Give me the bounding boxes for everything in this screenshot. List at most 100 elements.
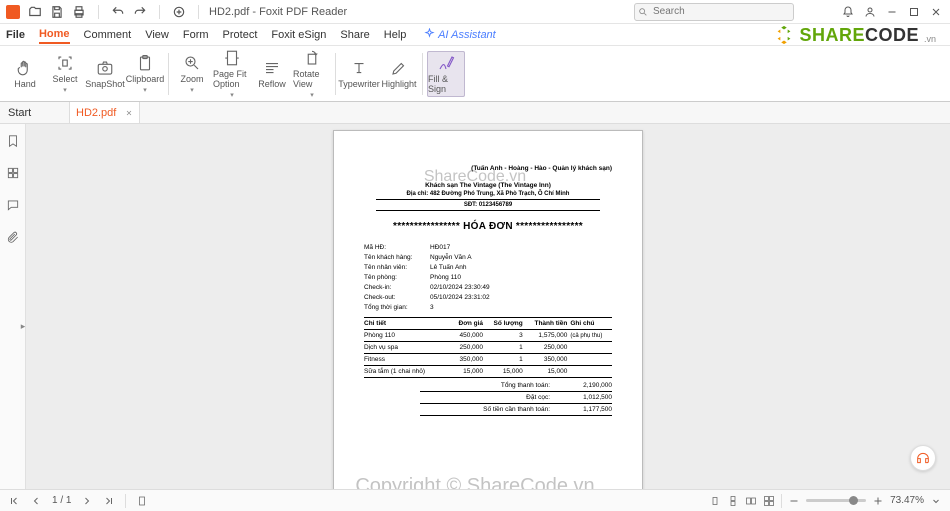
menu-file[interactable]: File [6, 27, 25, 43]
view-continuous-icon[interactable] [727, 495, 739, 507]
tool-pagefit[interactable]: Page Fit Option▾ [213, 47, 251, 101]
comments-icon[interactable] [6, 198, 20, 212]
first-page-icon[interactable] [8, 495, 20, 507]
headset-icon [915, 450, 931, 466]
table-row: Phòng 110450,00031,575,000(cả phụ thu) [364, 330, 612, 342]
value-checkin: 02/10/2024 23:30:49 [430, 284, 490, 291]
bookmark-icon[interactable] [6, 134, 20, 148]
value-coc: 1,012,500 [568, 394, 612, 401]
doc-authors: (Tuấn Anh - Hoàng - Hào - Quản lý khách … [364, 165, 612, 172]
quick-access-toolbar [6, 5, 203, 19]
ribbon-home: Hand Select▾ SnapShot Clipboard▾ Zoom▾ P… [0, 46, 950, 102]
menu-comment[interactable]: Comment [84, 27, 132, 43]
prev-page-icon[interactable] [30, 495, 42, 507]
window-controls [842, 6, 942, 18]
minimize-icon[interactable] [886, 6, 898, 18]
menu-form[interactable]: Form [183, 27, 209, 43]
document-tabstrip: Start HD2.pdf [0, 102, 950, 124]
sharecode-mark-icon [773, 24, 795, 46]
left-panel-rail [0, 124, 26, 489]
bell-icon[interactable] [842, 6, 854, 18]
th-ghichu: Ghi chú [567, 318, 612, 330]
doc-title: **************** HÓA ĐƠN ***************… [364, 221, 612, 232]
tool-hand[interactable]: Hand [6, 57, 44, 91]
tool-reflow[interactable]: Reflow [253, 57, 291, 91]
table-row: Sữa tắm (1 chai nhỏ)15,00015,00015,000 [364, 366, 612, 378]
th-thanhtien: Thành tiền [523, 318, 568, 330]
tool-highlight[interactable]: Highlight [380, 57, 418, 91]
open-icon[interactable] [28, 5, 42, 19]
value-phong: Phòng 110 [430, 274, 461, 281]
label-phong: Tên phòng: [364, 274, 430, 281]
value-khach-hang: Nguyễn Văn A [430, 254, 472, 261]
page-canvas[interactable]: (Tuấn Anh - Hoàng - Hào - Quản lý khách … [26, 124, 950, 489]
menu-home[interactable]: Home [39, 26, 70, 44]
label-tong: Tổng thanh toán: [501, 382, 550, 389]
th-dongia: Đơn giá [438, 318, 483, 330]
page-layout-icon[interactable] [136, 495, 148, 507]
tab-close-icon[interactable] [125, 109, 133, 117]
doc-address: Địa chỉ: 482 Đường Phó Trung, Xã Phò Trạ… [364, 191, 612, 197]
doc-phone: SĐT: 0123456789 [364, 202, 612, 208]
workspace: (Tuấn Anh - Hoàng - Hào - Quản lý khách … [0, 124, 950, 489]
last-page-icon[interactable] [103, 495, 115, 507]
tab-document[interactable]: HD2.pdf [70, 102, 140, 123]
value-tong: 2,190,000 [568, 382, 612, 389]
menu-help[interactable]: Help [384, 27, 407, 43]
doc-hotel-name: Khách sạn The Vintage (The Vintage Inn) [364, 182, 612, 189]
value-nhan-vien: Lê Tuấn Anh [430, 264, 467, 271]
close-icon[interactable] [930, 6, 942, 18]
qat-dropdown-icon[interactable] [172, 5, 186, 19]
menu-protect[interactable]: Protect [223, 27, 258, 43]
tool-clipboard[interactable]: Clipboard▾ [126, 52, 164, 96]
tab-start[interactable]: Start [0, 102, 70, 123]
menu-view[interactable]: View [145, 27, 169, 43]
zoom-slider[interactable] [806, 499, 866, 502]
tool-select[interactable]: Select▾ [46, 52, 84, 96]
undo-icon[interactable] [111, 5, 125, 19]
zoom-value[interactable]: 73.47% [890, 495, 924, 506]
label-khach-hang: Tên khách hàng: [364, 254, 430, 261]
tool-zoom[interactable]: Zoom▾ [173, 52, 211, 96]
invoice-table: Chi tiết Đơn giá Số lượng Thành tiền Ghi… [364, 317, 612, 378]
save-icon[interactable] [50, 5, 64, 19]
ai-assistant-label: AI Assistant [438, 29, 496, 41]
logo-vn: .vn [924, 34, 936, 44]
value-thoigian: 3 [430, 304, 434, 311]
zoom-in-icon[interactable] [872, 495, 884, 507]
user-icon[interactable] [864, 6, 876, 18]
page-indicator[interactable]: 1 / 1 [52, 495, 71, 506]
tool-typewriter[interactable]: Typewriter [340, 57, 378, 91]
help-bubble[interactable] [910, 445, 936, 471]
statusbar: 1 / 1 73.47% [0, 489, 950, 511]
label-checkout: Check-out: [364, 294, 430, 301]
zoom-out-icon[interactable] [788, 495, 800, 507]
th-chitiet: Chi tiết [364, 318, 438, 330]
view-continuous-facing-icon[interactable] [763, 495, 775, 507]
view-facing-icon[interactable] [745, 495, 757, 507]
maximize-icon[interactable] [908, 6, 920, 18]
label-thoigian: Tổng thời gian: [364, 304, 430, 311]
search-box[interactable] [634, 3, 794, 21]
tool-fill-sign[interactable]: Fill & Sign [427, 51, 465, 97]
thumbnails-icon[interactable] [6, 166, 20, 180]
zoom-dropdown-icon[interactable] [930, 495, 942, 507]
logo-code: CODE [865, 25, 919, 45]
view-single-icon[interactable] [709, 495, 721, 507]
foxit-logo-icon[interactable] [6, 5, 20, 19]
label-checkin: Check-in: [364, 284, 430, 291]
tool-rotate[interactable]: Rotate View▾ [293, 47, 331, 101]
print-icon[interactable] [72, 5, 86, 19]
menu-share[interactable]: Share [340, 27, 369, 43]
attachments-icon[interactable] [6, 230, 20, 244]
value-ma-hd: HĐ017 [430, 244, 450, 251]
search-input[interactable] [634, 3, 794, 21]
menu-ai-assistant[interactable]: AI Assistant [424, 26, 495, 43]
tool-snapshot[interactable]: SnapShot [86, 57, 124, 91]
redo-icon[interactable] [133, 5, 147, 19]
search-icon [638, 7, 648, 17]
next-page-icon[interactable] [81, 495, 93, 507]
logo-share: SHARE [799, 25, 865, 45]
menu-foxit-esign[interactable]: Foxit eSign [271, 27, 326, 43]
table-row: Dịch vụ spa250,0001250,000 [364, 342, 612, 354]
